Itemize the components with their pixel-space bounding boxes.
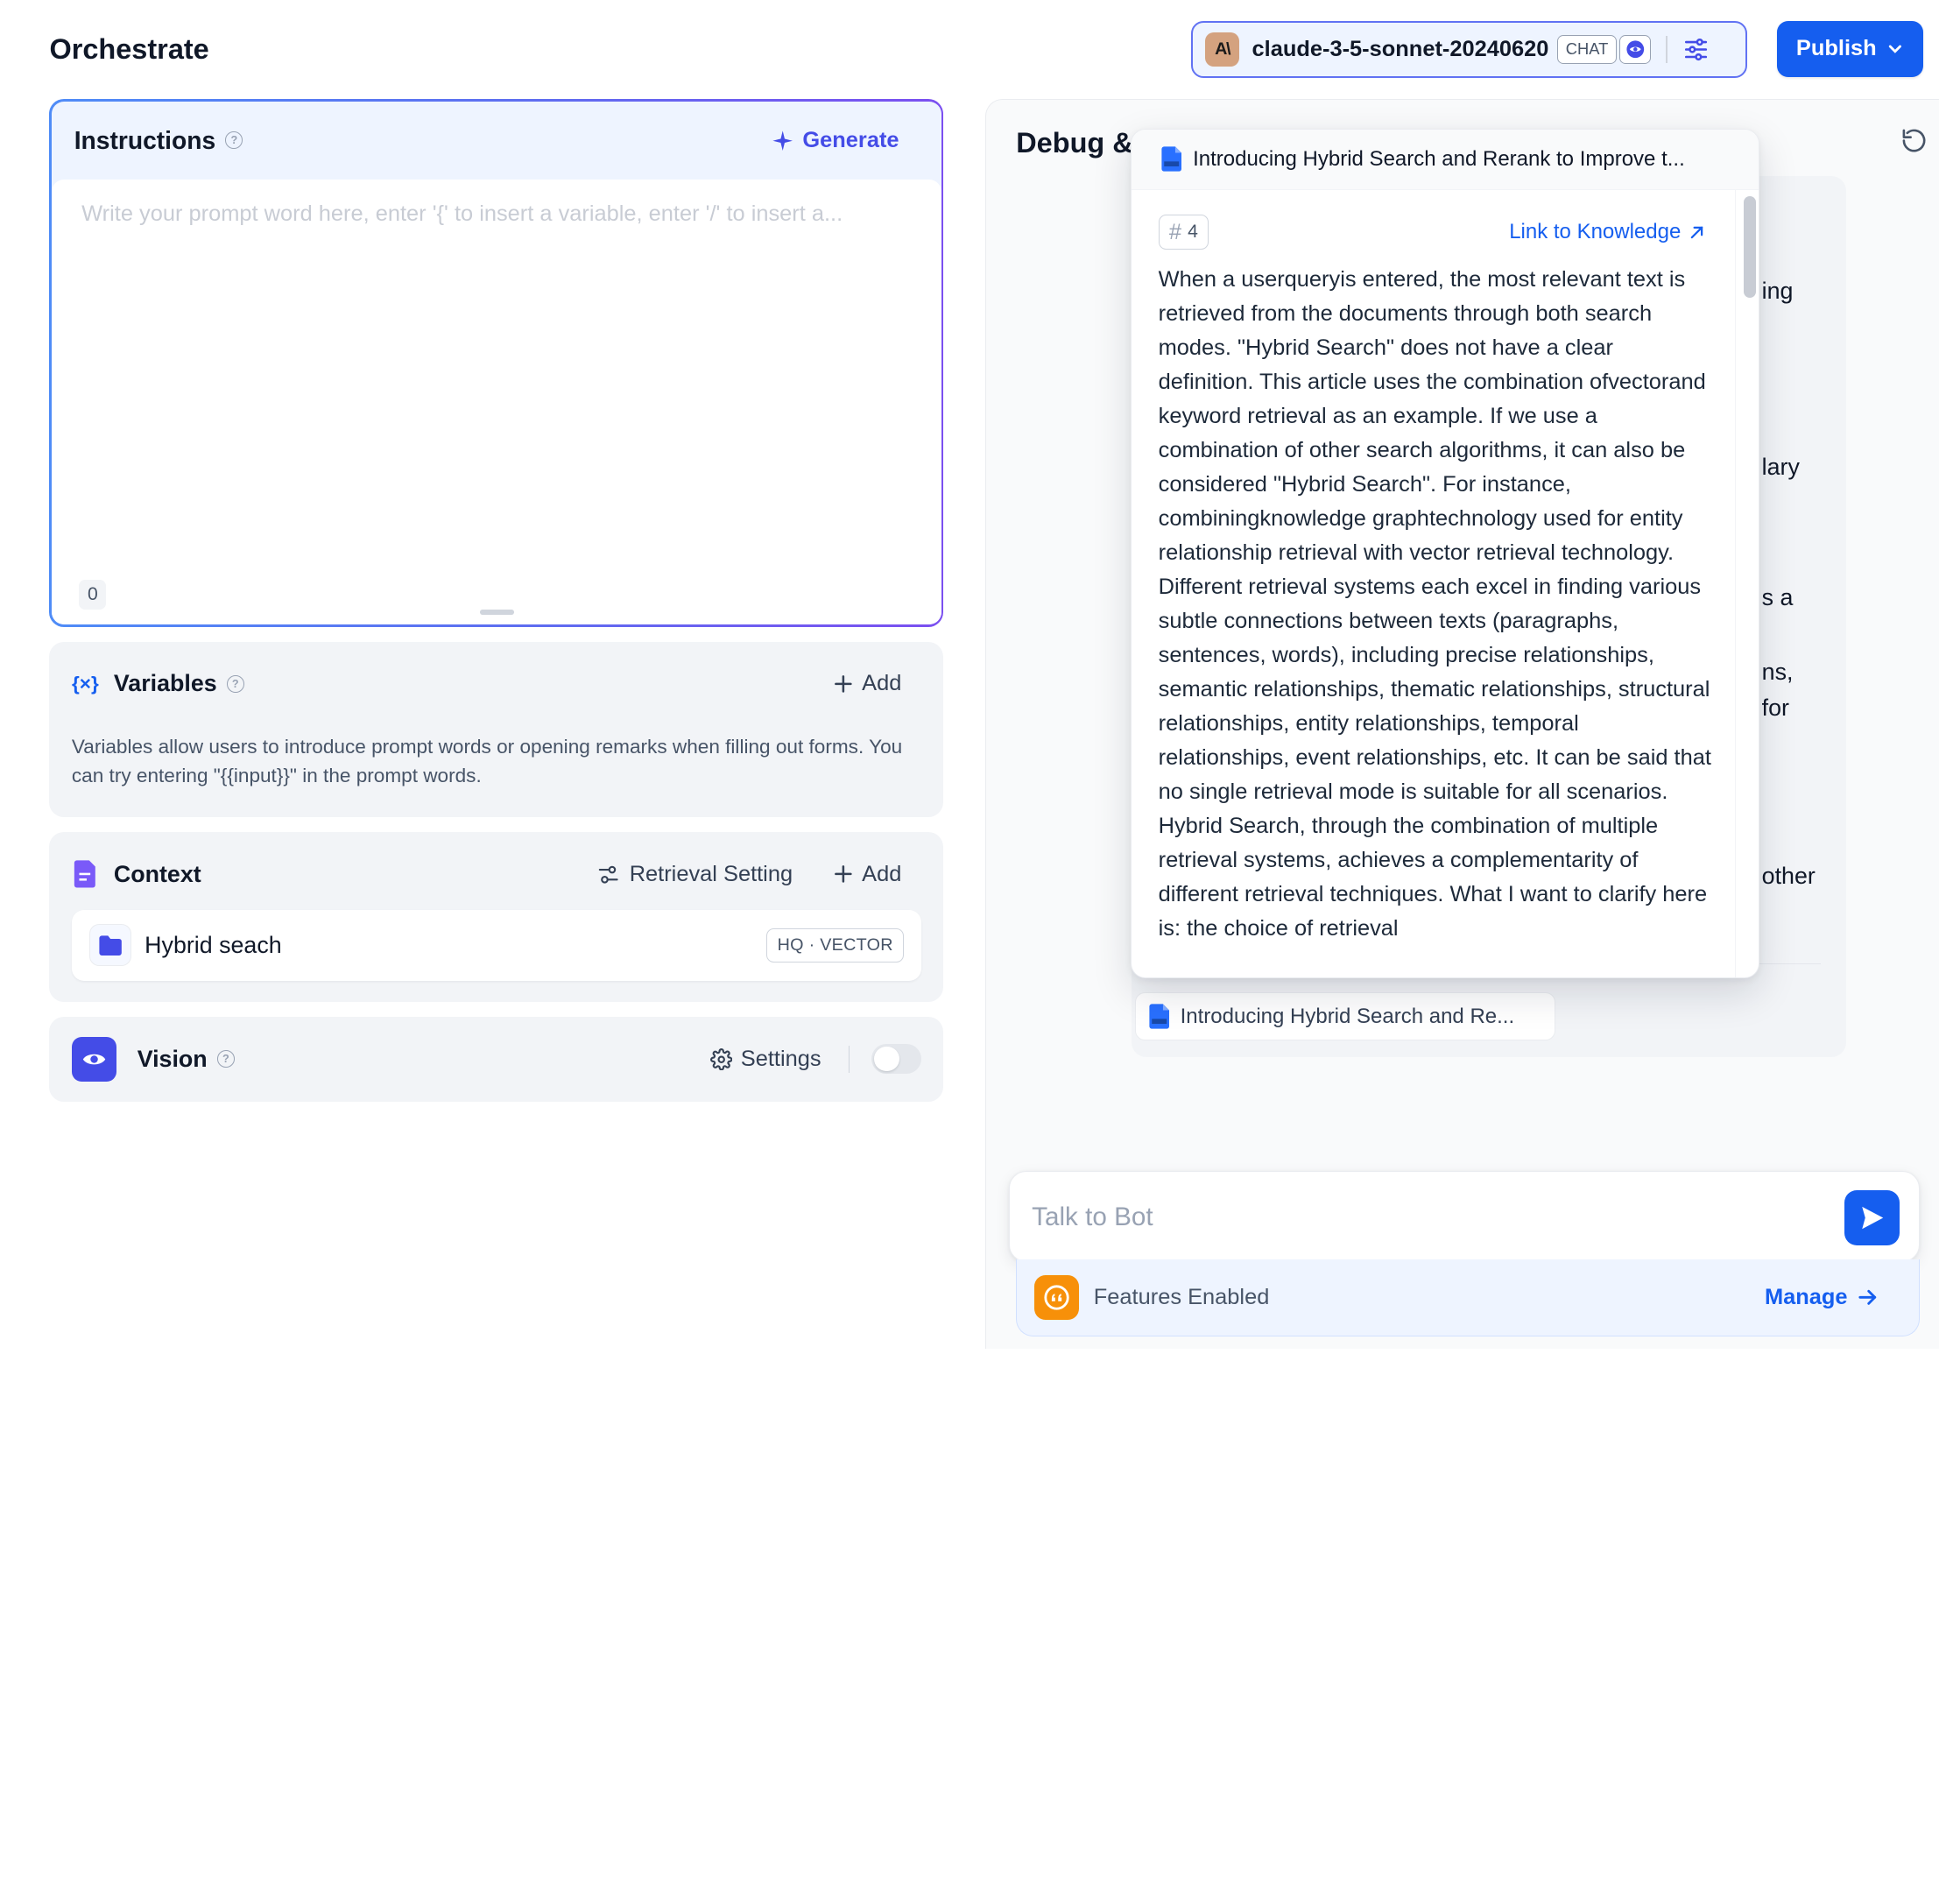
sliders-icon <box>598 865 618 884</box>
instructions-title: Instructions <box>74 125 216 154</box>
debug-title: Debug & <box>1016 127 1133 159</box>
scrollbar-track <box>1734 190 1737 977</box>
answer-text-fragment: ing <box>1761 278 1794 305</box>
model-divider <box>1666 35 1668 63</box>
vision-panel: Vision ? Settings <box>49 1016 944 1103</box>
citation-title: Introducing Hybrid Search and Re... <box>1180 1004 1515 1028</box>
eye-icon <box>71 1036 116 1082</box>
vision-capability-icon <box>1618 34 1652 65</box>
app-root: Orchestrate A\ claude-3-5-sonnet-2024062… <box>0 0 1939 1350</box>
manage-features-button[interactable]: Manage <box>1765 1285 1877 1310</box>
document-icon <box>74 860 95 888</box>
prompt-editor[interactable]: Write your prompt word here, enter '{' t… <box>52 179 941 625</box>
add-variable-button[interactable]: Add <box>835 671 901 696</box>
add-context-button[interactable]: Add <box>835 862 901 887</box>
retrieval-setting-button[interactable]: Retrieval Setting <box>597 862 793 887</box>
prompt-placeholder: Write your prompt word here, enter '{' t… <box>81 201 843 227</box>
dataset-index-badge: HQ · VECTOR <box>766 927 905 963</box>
dataset-item[interactable]: Hybrid seach HQ · VECTOR <box>71 910 921 981</box>
segment-meta: # 4 Link to Knowledge <box>1158 215 1705 250</box>
arrow-right-icon <box>1858 1290 1876 1306</box>
hash-icon: # <box>1168 219 1182 244</box>
instructions-panel: Instructions ? Generate Write your promp… <box>49 98 944 627</box>
plus-icon <box>835 865 852 883</box>
answer-text-fragment: lary <box>1761 453 1800 480</box>
model-mode-badge: CHAT <box>1557 34 1617 65</box>
external-link-icon <box>1690 226 1703 238</box>
send-button[interactable] <box>1844 1189 1900 1246</box>
model-selector[interactable]: A\ claude-3-5-sonnet-20240620 CHAT <box>1190 21 1748 78</box>
answer-text-fragment: other <box>1761 863 1816 890</box>
variables-panel: {×} Variables ? Add Variables allow user… <box>49 641 944 818</box>
retrieval-label: Retrieval Setting <box>629 861 793 886</box>
quote-icon <box>1034 1275 1079 1321</box>
context-panel: Context Retrieval Setting Add Hybrid sea… <box>49 832 944 1002</box>
docx-file-icon <box>1149 1004 1169 1030</box>
folder-icon <box>88 924 131 967</box>
sparkle-icon <box>772 130 793 151</box>
manage-label: Manage <box>1764 1285 1848 1310</box>
settings-label: Settings <box>740 1046 821 1071</box>
add-label: Add <box>862 671 902 696</box>
toggle-knob <box>874 1047 899 1072</box>
answer-text-fragment: ns, <box>1761 659 1794 686</box>
features-label: Features Enabled <box>1093 1285 1270 1310</box>
chat-input-box[interactable] <box>1008 1170 1921 1264</box>
publish-button[interactable]: Publish <box>1777 21 1923 77</box>
publish-label: Publish <box>1795 36 1877 61</box>
link-label: Link to Knowledge <box>1509 220 1682 244</box>
vision-toggle[interactable] <box>871 1044 921 1075</box>
vision-title: Vision <box>137 1045 208 1072</box>
docx-file-icon <box>1161 146 1182 173</box>
link-to-knowledge-button[interactable]: Link to Knowledge <box>1509 220 1704 244</box>
chat-input[interactable] <box>1032 1171 1823 1264</box>
segment-content: When a userqueryis entered, the most rel… <box>1158 267 1711 941</box>
refresh-icon[interactable] <box>1900 127 1928 159</box>
popover-doc-title: Introducing Hybrid Search and Rerank to … <box>1193 146 1685 171</box>
anthropic-logo-icon: A\ <box>1204 32 1240 67</box>
generate-label: Generate <box>802 127 899 152</box>
vision-divider <box>848 1045 850 1073</box>
segment-number: 4 <box>1188 222 1198 243</box>
help-icon[interactable]: ? <box>216 1050 235 1068</box>
help-icon[interactable]: ? <box>225 131 243 150</box>
generate-button[interactable]: Generate <box>772 128 899 153</box>
page-title: Orchestrate <box>49 33 209 66</box>
variables-title: Variables <box>113 670 217 697</box>
answer-text-fragment: for <box>1761 695 1789 722</box>
add-label: Add <box>862 861 902 886</box>
context-title: Context <box>113 860 201 887</box>
gear-icon <box>709 1047 732 1071</box>
plus-icon <box>835 675 852 693</box>
model-params-icon[interactable] <box>1680 33 1712 66</box>
citation-popover: Introducing Hybrid Search and Rerank to … <box>1130 128 1760 978</box>
features-bar: Features Enabled Manage <box>1016 1259 1921 1336</box>
vision-settings-button[interactable]: Settings <box>709 1046 821 1072</box>
variable-icon: {×} <box>72 672 99 695</box>
model-name: claude-3-5-sonnet-20240620 <box>1252 36 1549 61</box>
help-icon[interactable]: ? <box>226 674 244 693</box>
dataset-name: Hybrid seach <box>145 931 282 958</box>
scrollbar-thumb[interactable] <box>1743 196 1756 298</box>
popover-header: Introducing Hybrid Search and Rerank to … <box>1131 129 1759 191</box>
variables-description: Variables allow users to introduce promp… <box>71 736 903 786</box>
segment-number-badge: # 4 <box>1158 215 1209 250</box>
send-icon <box>1862 1206 1884 1230</box>
chevron-down-icon <box>1888 45 1901 53</box>
char-count-badge: 0 <box>79 580 107 610</box>
resize-handle[interactable] <box>479 610 515 615</box>
instructions-header: Instructions ? Generate <box>52 102 941 180</box>
citation-chip[interactable]: Introducing Hybrid Search and Re... <box>1134 992 1555 1041</box>
answer-text-fragment: s a <box>1761 584 1794 611</box>
